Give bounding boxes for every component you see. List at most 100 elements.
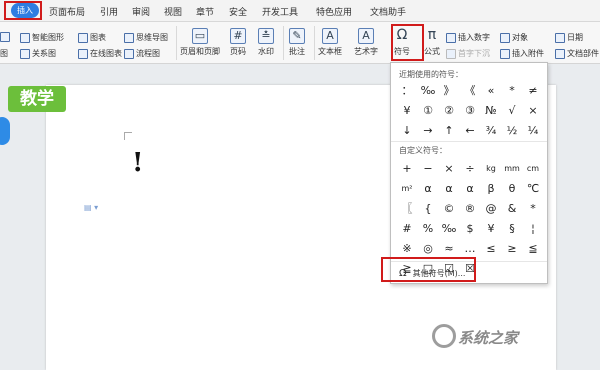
symbol-cell[interactable]: * xyxy=(523,199,543,218)
cut-off-item-top[interactable] xyxy=(0,32,10,42)
symbol-cell[interactable]: ÷ xyxy=(460,159,480,178)
insert-number-button[interactable]: 插入数字 xyxy=(446,32,490,43)
symbol-cell[interactable]: « xyxy=(481,81,501,100)
tab-view[interactable]: 视图 xyxy=(164,5,182,18)
symbol-cell[interactable]: @ xyxy=(481,199,501,218)
symbol-cell[interactable]: ≠ xyxy=(523,81,543,100)
symbol-cell[interactable]: … xyxy=(460,239,480,258)
symbol-cell[interactable]: ℃ xyxy=(523,179,543,198)
dropdown-divider xyxy=(391,141,547,142)
symbol-cell[interactable]: { xyxy=(418,199,438,218)
online-chart-button[interactable]: 在线图表 xyxy=(78,48,122,59)
symbol-cell[interactable]: # xyxy=(397,219,417,238)
comment-button[interactable]: ✎ 批注 xyxy=(289,28,305,57)
tab-doc-assistant[interactable]: 文档助手 xyxy=(370,5,406,18)
drop-cap-button[interactable]: 首字下沉 xyxy=(446,48,490,59)
date-button[interactable]: 日期 xyxy=(555,32,583,43)
symbol-cell[interactable]: ↑ xyxy=(439,121,459,140)
watermark-button[interactable]: ≛ 水印 xyxy=(258,28,274,57)
formula-button[interactable]: π 公式 xyxy=(424,28,440,57)
symbol-cell[interactable]: × xyxy=(523,101,543,120)
symbol-cell[interactable]: ¥ xyxy=(397,101,417,120)
art-text-icon: A xyxy=(358,28,374,44)
header-footer-button[interactable]: ▭ 页眉和页脚 xyxy=(180,28,220,57)
smart-shape-icon xyxy=(20,32,30,43)
tab-review[interactable]: 审阅 xyxy=(132,5,150,18)
symbol-cell[interactable]: § xyxy=(502,219,522,238)
symbol-cell[interactable]: ← xyxy=(460,121,480,140)
number-icon xyxy=(446,32,456,43)
symbol-cell[interactable]: 》 xyxy=(439,81,459,100)
symbol-cell[interactable]: √ xyxy=(502,101,522,120)
symbol-cell[interactable]: − xyxy=(418,159,438,178)
object-button[interactable]: 对象 xyxy=(500,32,528,43)
symbol-cell[interactable]: ‰ xyxy=(418,81,438,100)
symbol-cell[interactable]: ※ xyxy=(397,239,417,258)
tab-page-layout[interactable]: 页面布局 xyxy=(49,5,85,18)
page-number-button[interactable]: # 页码 xyxy=(230,28,246,57)
symbol-cell[interactable]: α xyxy=(439,179,459,198)
symbol-cell[interactable]: mm xyxy=(502,159,522,178)
symbol-cell[interactable]: ① xyxy=(418,101,438,120)
tab-developer[interactable]: 开发工具 xyxy=(262,5,298,18)
tab-security[interactable]: 安全 xyxy=(229,5,247,18)
symbol-cell[interactable]: θ xyxy=(502,179,522,198)
symbol-cell[interactable]: ½ xyxy=(502,121,522,140)
symbol-cell[interactable]: α xyxy=(418,179,438,198)
textbox-icon: A xyxy=(322,28,338,44)
symbol-cell[interactable]: ≈ xyxy=(439,239,459,258)
symbol-cell[interactable]: α xyxy=(460,179,480,198)
tab-section[interactable]: 章节 xyxy=(196,5,214,18)
recent-symbols-grid: ： ‰ 》《 «* ≠ ¥ ① ② ③ № √ × ↓ → ↑ ← ¾ ½ ¼ xyxy=(397,81,543,140)
symbol-cell[interactable]: ≤ xyxy=(481,239,501,258)
symbol-cell[interactable]: 〖 xyxy=(397,199,417,218)
art-text-button[interactable]: A 艺术字 xyxy=(354,28,378,57)
symbol-cell[interactable]: ◎ xyxy=(418,239,438,258)
symbol-cell[interactable]: + xyxy=(397,159,417,178)
cut-off-item-bottom[interactable]: 图 xyxy=(0,48,8,59)
symbol-cell[interactable]: × xyxy=(439,159,459,178)
symbol-cell[interactable]: ¦ xyxy=(523,219,543,238)
symbol-cell[interactable]: % xyxy=(418,219,438,238)
doc-parts-button[interactable]: 文档部件 xyxy=(555,48,599,59)
symbol-cell[interactable]: $ xyxy=(460,219,480,238)
symbol-dropdown: 近期使用的符号： ： ‰ 》《 «* ≠ ¥ ① ② ③ № √ × ↓ → ↑ ← ¾ ½ ¼ 自定义符号： + −… xyxy=(390,62,548,284)
symbol-cell[interactable]: ↓ xyxy=(397,121,417,140)
shape-icon xyxy=(0,32,10,42)
object-icon xyxy=(500,32,510,43)
symbol-cell[interactable]: ® xyxy=(460,199,480,218)
symbol-cell[interactable]: ： xyxy=(397,81,417,100)
tab-features[interactable]: 特色应用 xyxy=(316,5,352,18)
ribbon-separator xyxy=(283,26,284,60)
document-text[interactable]: ! xyxy=(132,148,143,178)
relation-button[interactable]: 关系图 xyxy=(20,48,56,59)
symbol-cell[interactable]: → xyxy=(418,121,438,140)
doc-paste-icon[interactable]: ▤ ▾ xyxy=(84,203,98,212)
recent-symbols-title: 近期使用的符号： xyxy=(399,70,463,79)
symbol-cell[interactable]: ¥ xyxy=(481,219,501,238)
symbol-cell[interactable]: & xyxy=(502,199,522,218)
tab-references[interactable]: 引用 xyxy=(100,5,118,18)
symbol-cell[interactable]: m² xyxy=(397,179,417,198)
symbol-cell[interactable]: ≦ xyxy=(523,239,543,258)
symbol-cell[interactable]: © xyxy=(439,199,459,218)
symbol-cell[interactable]: kg xyxy=(481,159,501,178)
symbol-cell[interactable]: ¼ xyxy=(523,121,543,140)
smart-shape-button[interactable]: 智能图形 xyxy=(20,32,64,43)
symbol-cell[interactable]: № xyxy=(481,101,501,120)
symbol-cell[interactable]: ② xyxy=(439,101,459,120)
symbol-cell[interactable]: 《 xyxy=(460,81,480,100)
symbol-cell[interactable]: cm xyxy=(523,159,543,178)
attachment-button[interactable]: 插入附件 xyxy=(500,48,544,59)
symbol-cell[interactable]: ③ xyxy=(460,101,480,120)
symbol-cell[interactable]: ≥ xyxy=(502,239,522,258)
mind-map-button[interactable]: 思维导图 xyxy=(124,32,168,43)
side-handle[interactable] xyxy=(0,117,10,145)
textbox-button[interactable]: A 文本框 xyxy=(318,28,342,57)
chart-button[interactable]: 图表 xyxy=(78,32,106,43)
flowchart-button[interactable]: 流程图 xyxy=(124,48,160,59)
symbol-cell[interactable]: ‰ xyxy=(439,219,459,238)
symbol-cell[interactable]: β xyxy=(481,179,501,198)
symbol-cell[interactable]: ¾ xyxy=(481,121,501,140)
symbol-cell[interactable]: * xyxy=(502,81,522,100)
